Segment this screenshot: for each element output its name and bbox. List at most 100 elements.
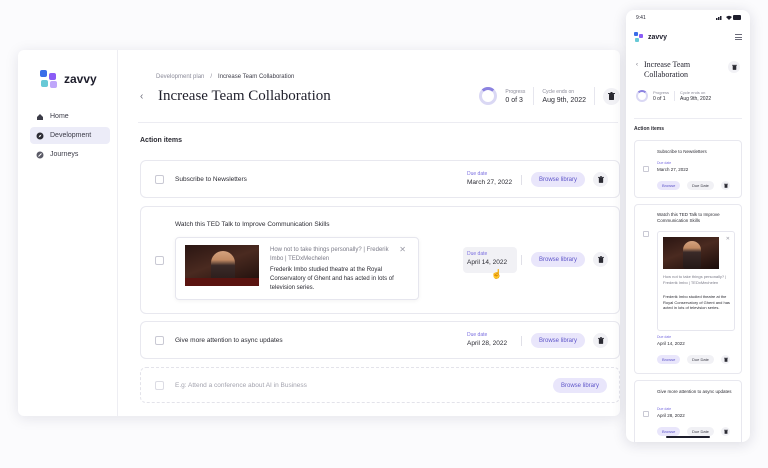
due-label: Due date xyxy=(467,251,488,257)
item-checkbox[interactable] xyxy=(643,166,649,172)
due-value: April 14, 2022 xyxy=(657,341,685,346)
breadcrumb-parent[interactable]: Development plan xyxy=(156,74,204,80)
video-preview[interactable]: ✕ How not to take things personally? | F… xyxy=(657,231,735,331)
delete-item-button[interactable] xyxy=(721,427,730,436)
item-checkbox[interactable] xyxy=(155,381,164,390)
new-item-input[interactable]: E.g: Attend a conference about AI in Bus… xyxy=(175,382,307,389)
due-label: Due date xyxy=(657,335,672,339)
delete-plan-button[interactable] xyxy=(603,87,620,105)
status-bar: 9:41 xyxy=(636,15,742,22)
due-date[interactable]: Due date April 28, 2022 xyxy=(467,332,507,347)
video-preview[interactable]: How not to take things personally? | Fre… xyxy=(175,237,419,300)
due-label: Due date xyxy=(657,161,672,165)
browse-library-button[interactable]: Browse library xyxy=(531,252,586,267)
item-checkbox[interactable] xyxy=(155,336,164,345)
page-title: Increase Team Collaboration xyxy=(644,60,691,79)
trash-icon xyxy=(608,92,615,100)
progress-ring-icon xyxy=(479,87,498,105)
due-date[interactable]: Due date March 27, 2022 xyxy=(467,171,512,186)
delete-item-button[interactable] xyxy=(721,181,730,190)
browse-button[interactable]: Browse xyxy=(657,355,681,364)
plan-stats: Progress 0 of 1 Cycle ends on Aug 9th, 2… xyxy=(636,90,711,102)
item-checkbox[interactable] xyxy=(155,256,164,265)
breadcrumb: Development plan / Increase Team Collabo… xyxy=(156,74,294,80)
trash-icon xyxy=(597,337,604,344)
trash-icon xyxy=(597,256,604,263)
due-value: April 28, 2022 xyxy=(467,340,508,347)
action-item-card: Watch this TED Talk to Improve Communica… xyxy=(140,206,620,314)
delete-item-button[interactable] xyxy=(593,333,608,348)
stage: zavvy Home Development Journeys Developm… xyxy=(0,0,768,468)
trash-icon xyxy=(597,176,604,183)
delete-item-button[interactable] xyxy=(593,172,608,187)
cycle-value: Aug 9th, 2022 xyxy=(542,96,586,104)
section-title: Action items xyxy=(140,137,183,144)
main-content: Development plan / Increase Team Collabo… xyxy=(138,50,620,416)
action-item-card: Subscribe to Newsletters Due date March … xyxy=(634,140,742,198)
sidebar-item-label: Development xyxy=(50,132,92,139)
due-label: Due date xyxy=(657,407,672,411)
plan-stats: Progress 0 of 3 Cycle ends on Aug 9th, 2… xyxy=(479,87,620,105)
delete-item-button[interactable] xyxy=(593,252,608,267)
item-text: Subscribe to Newsletters xyxy=(175,176,247,183)
action-item-card: Subscribe to Newsletters Due date March … xyxy=(140,160,620,198)
title-row: ‹ Increase Team Collaboration xyxy=(140,88,331,105)
trash-icon xyxy=(731,64,737,70)
video-thumbnail[interactable] xyxy=(185,245,259,286)
home-icon xyxy=(36,113,44,121)
video-title: How not to take things personally? | Fre… xyxy=(270,247,389,262)
cycle-stat: Cycle ends on Aug 9th, 2022 xyxy=(680,90,711,102)
progress-stat: Progress 0 of 3 xyxy=(505,89,525,104)
browse-library-button[interactable]: Browse library xyxy=(531,172,586,187)
brand-name: zavvy xyxy=(64,72,97,86)
divider xyxy=(521,255,522,265)
video-title: How not to take things personally? | Fre… xyxy=(663,274,727,285)
browse-button[interactable]: Browse xyxy=(657,181,681,190)
sidebar-item-journeys[interactable]: Journeys xyxy=(30,146,110,163)
due-date-button[interactable]: Due Date xyxy=(687,427,714,436)
logo[interactable]: zavvy xyxy=(634,32,667,42)
back-chevron-icon[interactable]: ‹ xyxy=(636,62,638,68)
browse-button[interactable]: Browse xyxy=(657,427,681,436)
trash-icon xyxy=(723,357,728,362)
progress-label: Progress xyxy=(653,90,670,95)
item-checkbox[interactable] xyxy=(155,175,164,184)
cycle-stat: Cycle ends on Aug 9th, 2022 xyxy=(542,89,586,104)
new-item-row[interactable]: E.g: Attend a conference about AI in Bus… xyxy=(140,367,620,403)
delete-item-button[interactable] xyxy=(721,355,730,364)
item-checkbox[interactable] xyxy=(643,411,649,417)
divider xyxy=(594,87,595,105)
trash-icon xyxy=(723,183,728,188)
stage-floor xyxy=(185,278,259,286)
browse-library-button[interactable]: Browse library xyxy=(531,333,586,348)
logo-mark-icon xyxy=(634,32,644,42)
hamburger-menu-icon[interactable] xyxy=(735,34,742,42)
wifi-icon xyxy=(725,15,732,20)
status-time: 9:41 xyxy=(636,15,646,21)
progress-label: Progress xyxy=(505,88,526,95)
pointer-cursor-icon: ☝ xyxy=(491,269,503,279)
close-icon[interactable]: ✕ xyxy=(726,236,730,242)
browse-library-button[interactable]: Browse library xyxy=(553,378,608,393)
video-thumbnail[interactable] xyxy=(663,237,719,269)
close-icon[interactable]: ✕ xyxy=(399,245,406,254)
item-text: Subscribe to Newsletters xyxy=(657,149,707,154)
delete-plan-button[interactable] xyxy=(728,61,740,73)
action-item-card: Give more attention to async updates Due… xyxy=(634,380,742,442)
logo[interactable]: zavvy xyxy=(40,70,97,88)
item-checkbox[interactable] xyxy=(643,231,649,237)
due-label: Due date xyxy=(467,332,488,338)
item-text: Give more attention to async updates xyxy=(657,389,732,394)
desktop-window: zavvy Home Development Journeys Developm… xyxy=(18,50,620,416)
sidebar-item-development[interactable]: Development xyxy=(30,127,110,144)
back-chevron-icon[interactable]: ‹ xyxy=(140,91,150,102)
due-date[interactable]: Due date April 14, 2022 xyxy=(467,251,507,266)
journey-icon xyxy=(36,151,44,159)
trash-icon xyxy=(723,429,728,434)
due-date-button[interactable]: Due Date xyxy=(687,181,714,190)
cycle-label: Cycle ends on xyxy=(680,90,706,95)
breadcrumb-current: Increase Team Collaboration xyxy=(218,74,295,80)
sidebar-item-home[interactable]: Home xyxy=(30,108,110,125)
due-date-button[interactable]: Due Date xyxy=(687,355,714,364)
due-value: April 28, 2022 xyxy=(657,413,685,418)
